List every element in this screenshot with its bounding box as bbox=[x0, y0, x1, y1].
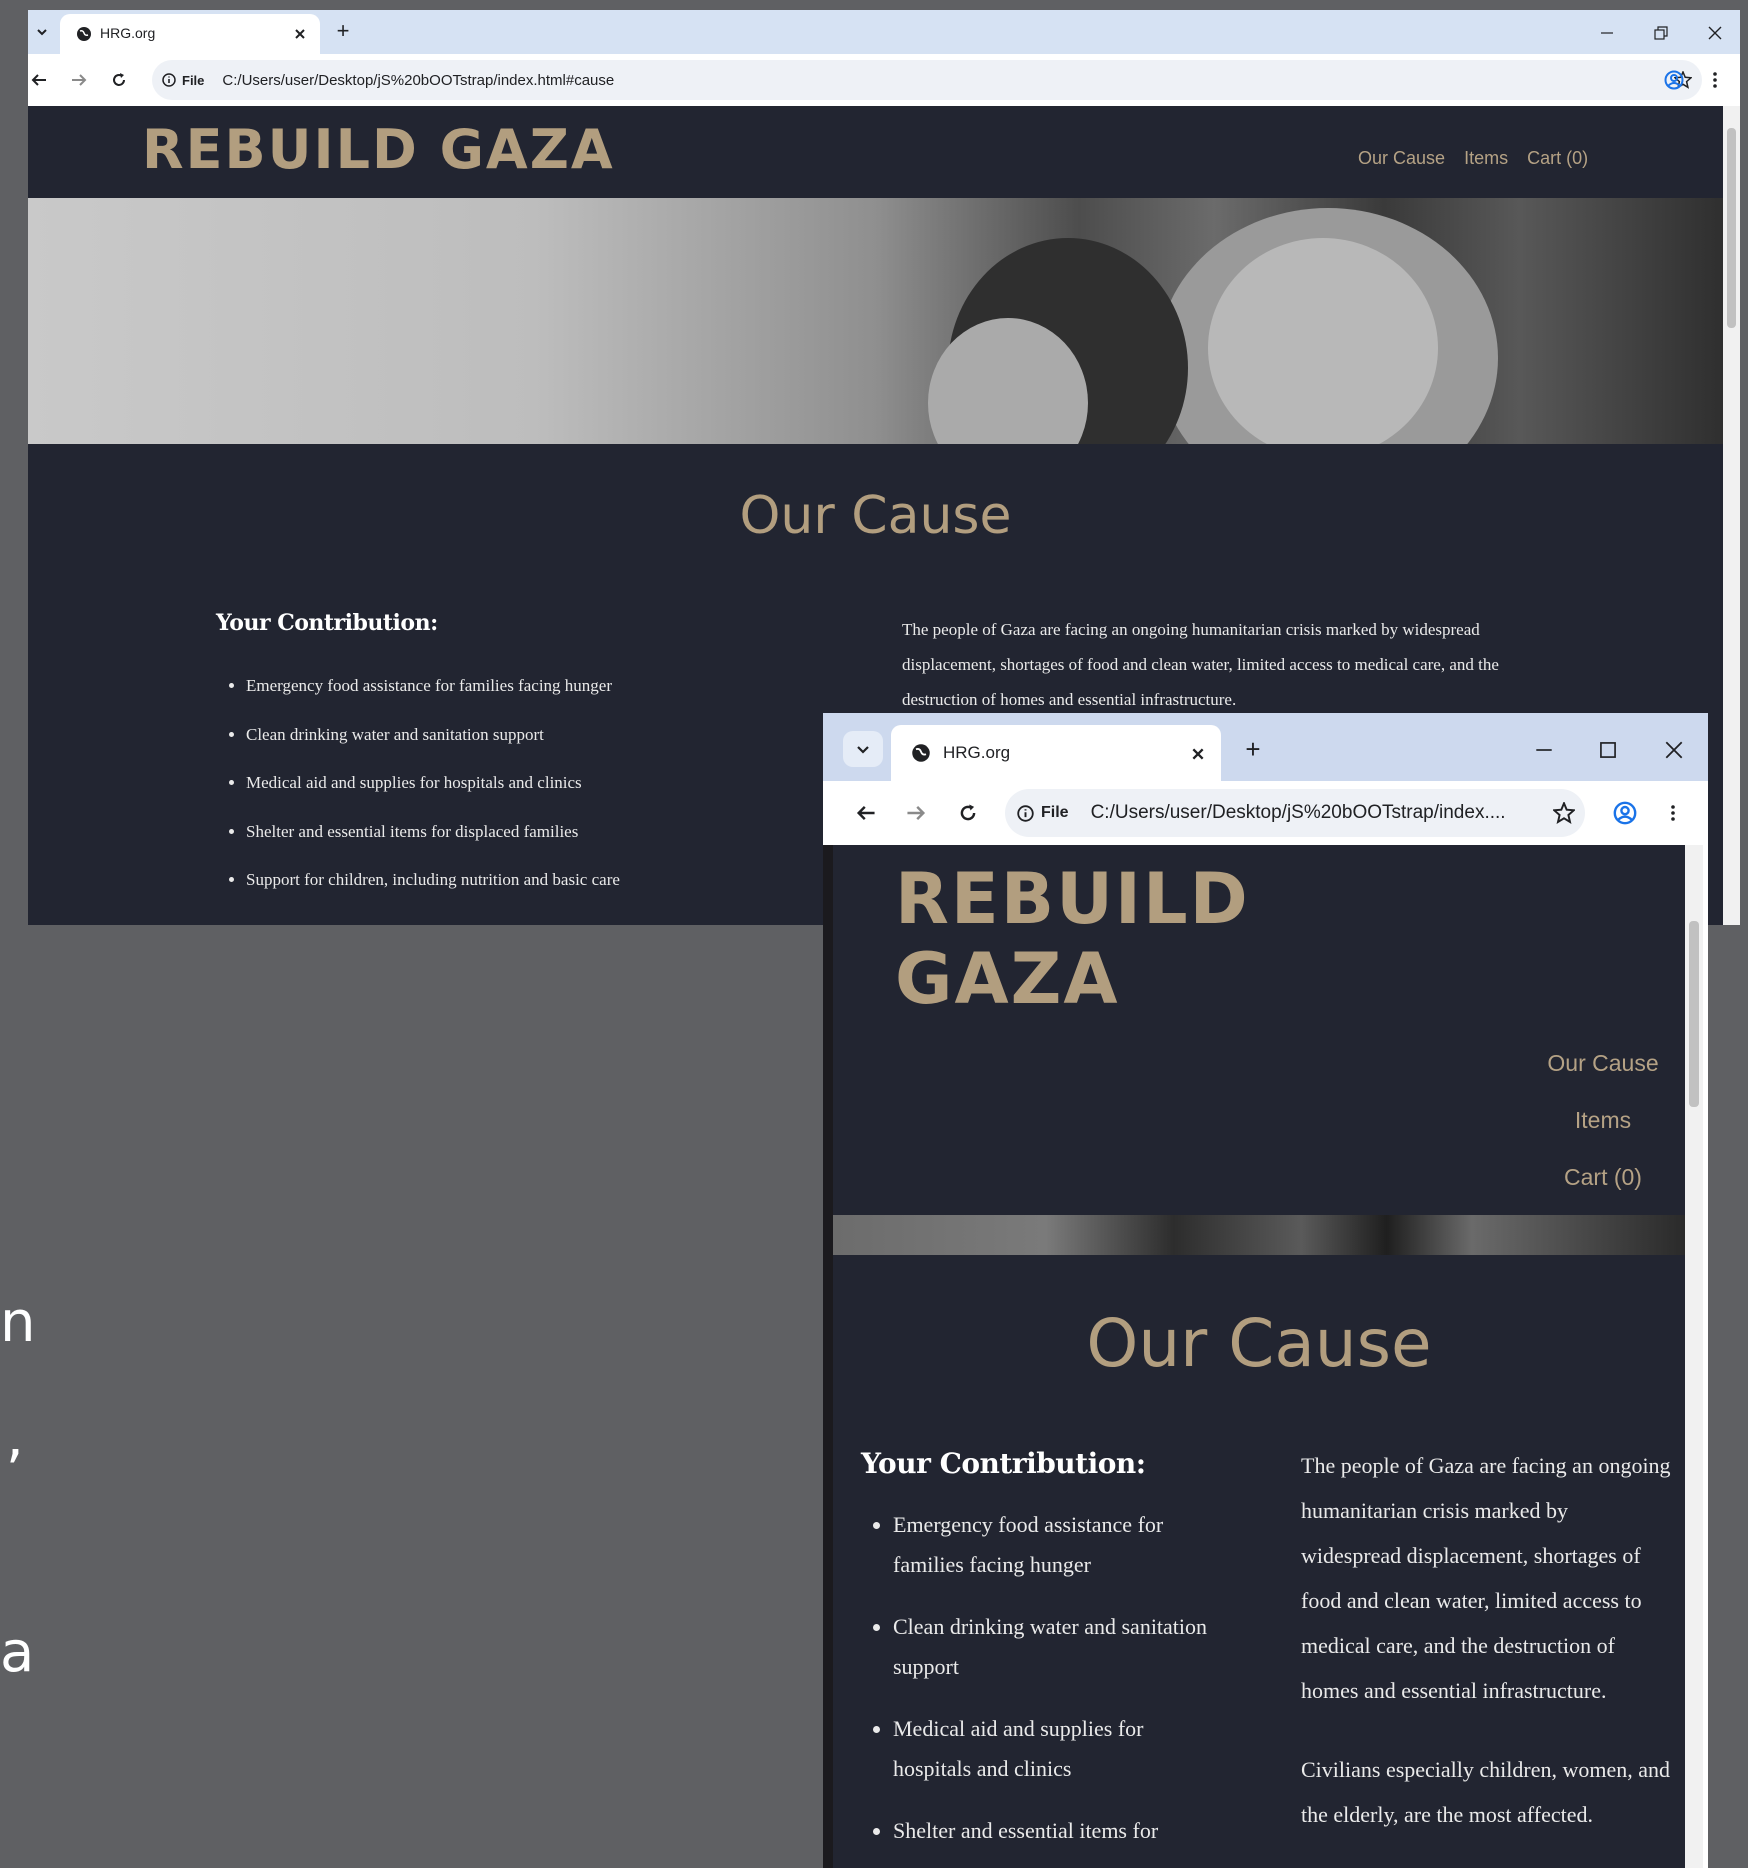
hero-shape bbox=[1208, 238, 1438, 444]
list-item: Clean drinking water and sanitation supp… bbox=[893, 1607, 1223, 1687]
chevron-down-icon bbox=[37, 29, 47, 36]
info-icon bbox=[1017, 804, 1034, 822]
list-item: Shelter and essential items for displace… bbox=[246, 808, 620, 857]
new-tab-button[interactable]: + bbox=[1235, 731, 1271, 767]
site-info-label: File bbox=[182, 72, 205, 88]
tab-strip: HRG.org + bbox=[823, 713, 1708, 781]
list-item: Emergency food assistance for families f… bbox=[246, 662, 620, 711]
site-nav: Our Cause Items Cart (0) bbox=[1358, 148, 1588, 169]
logo-line: REBUILD bbox=[895, 858, 1250, 940]
contribution-list: Emergency food assistance for families f… bbox=[224, 662, 620, 905]
profile-icon[interactable] bbox=[1613, 801, 1637, 825]
page-scrollbar[interactable] bbox=[1723, 106, 1740, 925]
tab-search-button[interactable] bbox=[28, 18, 56, 46]
window-edge bbox=[823, 845, 833, 1868]
nav-our-cause[interactable]: Our Cause bbox=[1358, 148, 1445, 168]
list-item: Support for children, including nutritio… bbox=[246, 856, 620, 905]
tab-search-button[interactable] bbox=[843, 731, 883, 767]
minimize-icon[interactable] bbox=[1535, 741, 1553, 759]
globe-icon bbox=[912, 744, 930, 762]
minimize-icon[interactable] bbox=[1600, 26, 1614, 40]
close-icon[interactable] bbox=[1191, 747, 1205, 761]
list-item: Shelter and essential items for bbox=[893, 1811, 1223, 1851]
address-bar[interactable]: File C:/Users/user/Desktop/jS%20bOOTstra… bbox=[152, 60, 1702, 100]
globe-icon bbox=[77, 27, 91, 41]
menu-kebab-icon[interactable] bbox=[1670, 802, 1676, 824]
list-item: Clean drinking water and sanitation supp… bbox=[246, 711, 620, 760]
forward-arrow-icon[interactable] bbox=[905, 802, 927, 824]
chevron-down-icon bbox=[857, 746, 869, 754]
scrollbar-thumb[interactable] bbox=[1689, 921, 1699, 1107]
close-window-icon[interactable] bbox=[1665, 741, 1683, 759]
scrollbar-thumb[interactable] bbox=[1727, 128, 1736, 328]
site-info-chip[interactable]: File bbox=[162, 73, 204, 88]
nav-cart[interactable]: Cart (0) bbox=[1527, 148, 1588, 168]
tab-hrg[interactable]: HRG.org bbox=[891, 725, 1221, 781]
background-fragment: , bbox=[6, 1405, 24, 1470]
contribution-heading: Your Contribution: bbox=[861, 1447, 1146, 1480]
site-logo[interactable]: REBUILD GAZA bbox=[142, 118, 615, 181]
nav-our-cause[interactable]: Our Cause bbox=[1523, 1035, 1683, 1092]
site-nav: Our Cause Items Cart (0) bbox=[1523, 1035, 1683, 1206]
section-title: Our Cause bbox=[1086, 1305, 1432, 1382]
page-viewport: REBUILD GAZA Our Cause Items Cart (0) Ou… bbox=[833, 845, 1685, 1868]
reload-icon[interactable] bbox=[957, 802, 979, 824]
forward-arrow-icon[interactable] bbox=[70, 71, 88, 89]
close-window-icon[interactable] bbox=[1708, 26, 1722, 40]
hero-image bbox=[833, 1215, 1685, 1255]
background-fragment: a bbox=[0, 1620, 35, 1685]
site-info-chip[interactable]: File bbox=[1017, 804, 1069, 822]
back-arrow-icon[interactable] bbox=[30, 71, 48, 89]
profile-icon[interactable] bbox=[1664, 70, 1684, 90]
maximize-icon[interactable] bbox=[1599, 741, 1617, 759]
logo-line: GAZA bbox=[895, 938, 1120, 1020]
cause-paragraph: The people of Gaza are facing an ongoing… bbox=[1301, 1453, 1671, 1703]
url-text[interactable]: C:/Users/user/Desktop/jS%20bOOTstrap/ind… bbox=[222, 72, 614, 89]
tab-hrg[interactable]: HRG.org bbox=[60, 14, 320, 54]
tab-title: HRG.org bbox=[943, 743, 1011, 762]
list-item: Emergency food assistance for families f… bbox=[893, 1505, 1223, 1585]
nav-items[interactable]: Items bbox=[1464, 148, 1508, 168]
tab-strip: HRG.org + bbox=[28, 10, 1740, 54]
nav-cart[interactable]: Cart (0) bbox=[1523, 1149, 1683, 1206]
browser-window-narrow: HRG.org + File C:/Users/user/Desktop/jS%… bbox=[823, 713, 1708, 1868]
nav-items[interactable]: Items bbox=[1523, 1092, 1683, 1149]
info-icon bbox=[162, 73, 176, 87]
contribution-heading: Your Contribution: bbox=[216, 610, 438, 636]
address-bar[interactable]: File C:/Users/user/Desktop/jS%20bOOTstra… bbox=[1005, 789, 1585, 837]
new-tab-button[interactable]: + bbox=[328, 16, 358, 46]
list-item: Medical aid and supplies for hospitals a… bbox=[893, 1709, 1223, 1789]
background-fragment: n bbox=[0, 1290, 36, 1355]
cause-paragraph-2: Civilians especially children, women, an… bbox=[1301, 1757, 1671, 1827]
back-arrow-icon[interactable] bbox=[855, 802, 877, 824]
page-scrollbar[interactable] bbox=[1685, 845, 1703, 1868]
menu-kebab-icon[interactable] bbox=[1712, 71, 1718, 89]
toolbar: File C:/Users/user/Desktop/jS%20bOOTstra… bbox=[28, 54, 1740, 106]
section-title: Our Cause bbox=[739, 486, 1012, 546]
url-text[interactable]: C:/Users/user/Desktop/jS%20bOOTstrap/ind… bbox=[1091, 802, 1506, 824]
restore-icon[interactable] bbox=[1654, 26, 1668, 40]
site-logo[interactable]: REBUILD GAZA bbox=[895, 859, 1250, 1019]
reload-icon[interactable] bbox=[110, 71, 128, 89]
star-icon[interactable] bbox=[1553, 802, 1575, 824]
cause-paragraph: The people of Gaza are facing an ongoing… bbox=[902, 620, 1499, 709]
toolbar: File C:/Users/user/Desktop/jS%20bOOTstra… bbox=[823, 781, 1708, 845]
site-info-label: File bbox=[1041, 804, 1069, 821]
close-icon[interactable] bbox=[294, 28, 306, 40]
contribution-list: Emergency food assistance for families f… bbox=[871, 1505, 1223, 1851]
list-item: Medical aid and supplies for hospitals a… bbox=[246, 759, 620, 808]
hero-image bbox=[28, 198, 1723, 444]
tab-title: HRG.org bbox=[100, 25, 156, 41]
